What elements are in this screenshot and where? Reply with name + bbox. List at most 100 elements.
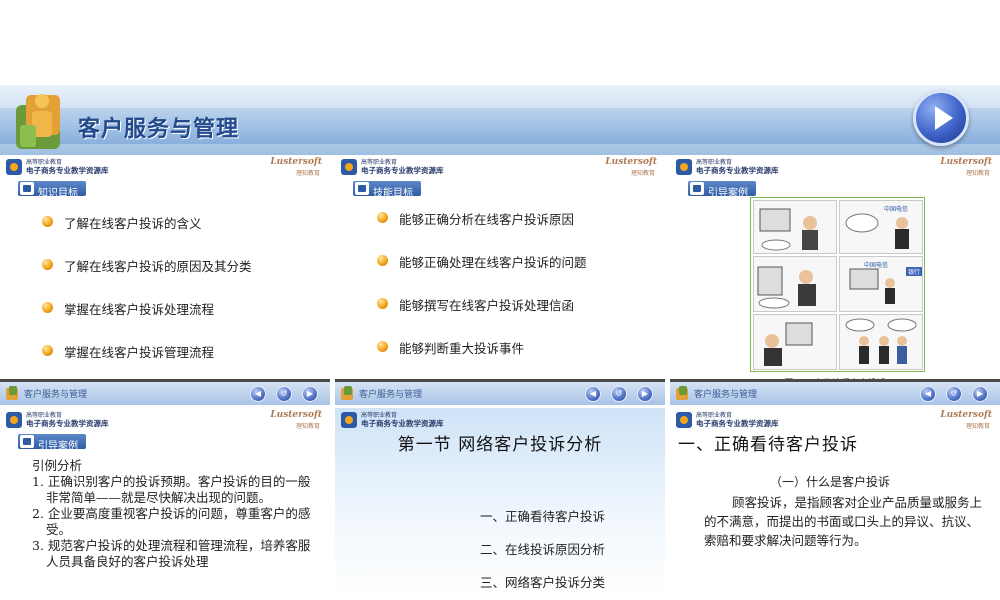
case-analysis-text: 引例分析 1. 正确识别客户的投诉预期。客户投诉的目的一般非常简单——就是尽快解…: [32, 458, 317, 570]
resource-library-logo-icon: [676, 159, 692, 175]
resource-library-logo-icon: [6, 412, 22, 428]
objective-list: 能够正确分析在线客户投诉原因 能够正确处理在线客户投诉的问题 能够撰写在线客户投…: [375, 209, 587, 381]
header-line-2: 电子商务专业教学资源库: [361, 166, 444, 175]
course-title: 客户服务与管理: [78, 117, 240, 142]
list-item-label: 能够判断重大投诉事件: [399, 341, 525, 356]
customer-on-phone-icon: [757, 266, 816, 309]
definition-paragraph: 顾客投诉，是指顾客对企业产品质量或服务上的不满意，而提出的书面或口头上的异议、抗…: [704, 495, 983, 548]
return-icon: ↺: [950, 389, 958, 398]
section-tag: 引导案例: [18, 434, 86, 452]
group-of-people-icon: [845, 318, 917, 364]
tag-label: 知识目标: [38, 188, 78, 199]
service-agent-icon: [845, 213, 909, 249]
footer-logo-icon: [6, 386, 18, 400]
list-item-label: 能够正确处理在线客户投诉的问题: [399, 255, 587, 270]
resource-library-logo-icon: [341, 412, 357, 428]
header-line-2: 电子商务专业教学资源库: [26, 166, 109, 175]
tag-icon: [20, 182, 34, 195]
tag-label: 引导案例: [708, 188, 748, 199]
slide-header: 高等职业教育 电子商务专业教学资源库 Lustersoft 理知教育: [0, 155, 330, 179]
slide-footer: 客户服务与管理 ◀ ↺ ▶: [670, 379, 1000, 405]
brand-subtext: 理知教育: [295, 170, 320, 177]
list-item-label: 了解在线客户投诉的含义: [64, 216, 202, 231]
brand-logo-text: Lustersoft: [270, 157, 322, 167]
resource-library-logo-icon: [341, 159, 357, 175]
list-item: 1. 正确识别客户的投诉预期。客户投诉的目的一般非常简单——就是尽快解决出现的问…: [32, 474, 311, 505]
return-icon: ↺: [280, 389, 288, 398]
bullet-icon: [42, 259, 53, 270]
slide-header: 高等职业教育 电子商务专业教学资源库: [335, 408, 665, 432]
list-item: 2. 企业要高度重视客户投诉的问题，尊重客户的感受。: [32, 506, 311, 537]
agent-on-phone-icon: [764, 322, 813, 366]
brand-logo-text: Lustersoft: [940, 157, 992, 167]
header-line-2: 电子商务专业教学资源库: [361, 419, 444, 428]
footer-logo-icon: [341, 386, 353, 400]
slide-footer: 客户服务与管理 ◀ ↺ ▶: [335, 379, 665, 405]
section-tag: 技能目标: [353, 181, 421, 199]
comic-panel: 中国电信 银行: [839, 256, 923, 312]
list-item: 了解在线客户投诉的含义: [40, 213, 252, 256]
slide-header: 高等职业教育 电子商务专业教学资源库 Lustersoft 理知教育: [670, 155, 1000, 179]
footer-title: 客户服务与管理: [359, 390, 423, 400]
brand-subtext: 理知教育: [630, 170, 655, 177]
tag-icon: [355, 182, 369, 195]
bullet-icon: [377, 341, 388, 352]
tag-icon: [20, 435, 34, 448]
course-banner: 客户服务与管理: [0, 85, 1000, 155]
next-slide-button[interactable]: ▶: [637, 386, 653, 402]
toc-item[interactable]: 一、正确看待客户投诉: [480, 506, 605, 539]
footer-logo-icon: [676, 386, 688, 400]
slide-thumbnail-knowledge-objectives[interactable]: 高等职业教育 电子商务专业教学资源库 Lustersoft 理知教育 知识目标 …: [0, 155, 330, 405]
bullet-icon: [377, 255, 388, 266]
next-slide-button[interactable]: ▶: [302, 386, 318, 402]
case-analysis-heading: 引例分析: [32, 458, 83, 473]
list-item-label: 能够撰写在线客户投诉处理信函: [399, 298, 575, 313]
section-title: 第一节 网络客户投诉分析: [397, 435, 603, 455]
play-icon: [935, 106, 953, 130]
return-button[interactable]: ↺: [276, 386, 292, 402]
brand-subtext: 理知教育: [965, 423, 990, 430]
return-button[interactable]: ↺: [946, 386, 962, 402]
play-button[interactable]: [913, 90, 969, 146]
chevron-left-icon: ◀: [254, 389, 262, 398]
slide-thumbnail-case-analysis[interactable]: 高等职业教育 电子商务专业教学资源库 Lustersoft 理知教育 引导案例 …: [0, 408, 330, 600]
list-item: 能够撰写在线客户投诉处理信函: [375, 295, 587, 338]
list-item: 了解在线客户投诉的原因及其分类: [40, 256, 252, 299]
slide-thumbnail-section-title[interactable]: 高等职业教育 电子商务专业教学资源库 第一节 网络客户投诉分析 一、正确看待客户…: [335, 408, 665, 600]
header-line-2: 电子商务专业教学资源库: [696, 166, 779, 175]
comic-illustration: 中国电信 中国电信 银行: [750, 197, 925, 372]
bullet-icon: [377, 212, 388, 223]
slide-header: 高等职业教育 电子商务专业教学资源库 Lustersoft 理知教育: [670, 408, 1000, 432]
comic-panel: [753, 200, 837, 254]
header-line-2: 电子商务专业教学资源库: [26, 419, 109, 428]
section-tag: 引导案例: [688, 181, 756, 199]
brand-logo-text: Lustersoft: [270, 410, 322, 420]
chevron-right-icon: ▶: [976, 389, 984, 398]
slide-thumbnail-skill-objectives[interactable]: 高等职业教育 电子商务专业教学资源库 Lustersoft 理知教育 技能目标 …: [335, 155, 665, 405]
bullet-icon: [42, 216, 53, 227]
slide-thumbnail-definition[interactable]: 高等职业教育 电子商务专业教学资源库 Lustersoft 理知教育 一、正确看…: [670, 408, 1000, 600]
list-item-label: 能够正确分析在线客户投诉原因: [399, 212, 575, 227]
list-item: 能够判断重大投诉事件: [375, 338, 587, 381]
list-item: 能够正确处理在线客户投诉的问题: [375, 252, 587, 295]
prev-slide-button[interactable]: ◀: [250, 386, 266, 402]
return-button[interactable]: ↺: [611, 386, 627, 402]
prev-slide-button[interactable]: ◀: [585, 386, 601, 402]
comic-panel: [753, 256, 837, 312]
prev-slide-button[interactable]: ◀: [920, 386, 936, 402]
slide-footer: 客户服务与管理 ◀ ↺ ▶: [0, 379, 330, 405]
list-item: 掌握在线客户投诉处理流程: [40, 299, 252, 342]
toc-item[interactable]: 二、在线投诉原因分析: [480, 539, 605, 572]
next-slide-button[interactable]: ▶: [972, 386, 988, 402]
tag-label: 技能目标: [373, 188, 413, 199]
panel-label: 中国电信: [864, 262, 889, 269]
list-item-label: 了解在线客户投诉的原因及其分类: [64, 259, 252, 274]
course-logo-icon: [16, 94, 60, 149]
bullet-icon: [42, 302, 53, 313]
tag-label: 引导案例: [38, 441, 78, 452]
chevron-left-icon: ◀: [589, 389, 597, 398]
chevron-left-icon: ◀: [924, 389, 932, 398]
toc-item[interactable]: 三、网络客户投诉分类: [480, 572, 605, 600]
slide-thumbnail-case-comic[interactable]: 高等职业教育 电子商务专业教学资源库 Lustersoft 理知教育 引导案例 …: [670, 155, 1000, 405]
slide-heading: 一、正确看待客户投诉: [678, 435, 858, 455]
